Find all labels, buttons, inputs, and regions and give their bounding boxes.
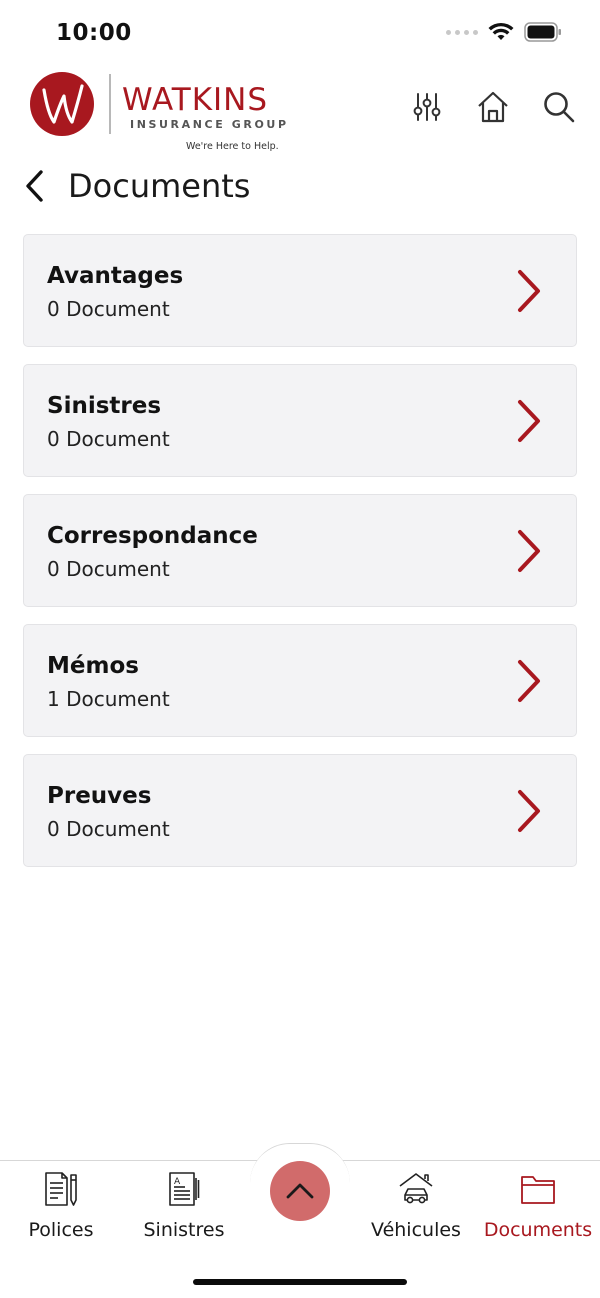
category-name: Sinistres — [47, 393, 162, 419]
chevron-right-icon — [518, 660, 540, 702]
chevron-left-icon — [26, 170, 43, 202]
claims-document-icon: A — [164, 1169, 204, 1209]
document-category-correspondance[interactable]: Correspondance 0 Document — [23, 494, 577, 607]
chevron-right-icon — [518, 270, 540, 312]
tab-label: Documents — [483, 1219, 593, 1241]
status-bar: 10:00 — [0, 0, 600, 60]
document-category-avantages[interactable]: Avantages 0 Document — [23, 234, 577, 347]
tab-documents[interactable]: Documents — [478, 1169, 598, 1241]
chevron-right-icon — [518, 400, 540, 442]
expand-menu-button[interactable] — [270, 1161, 330, 1221]
category-count: 0 Document — [47, 427, 170, 451]
tab-label: Véhicules — [371, 1219, 461, 1241]
category-count: 0 Document — [47, 297, 170, 321]
document-category-list: Avantages 0 Document Sinistres 0 Documen… — [23, 234, 577, 884]
bottom-tab-bar: Polices A Sinistres Véhicules Documents — [0, 1143, 600, 1298]
category-name: Correspondance — [47, 523, 258, 549]
tab-label: Polices — [28, 1219, 94, 1241]
wifi-icon — [488, 22, 514, 40]
chevron-right-icon — [518, 790, 540, 832]
tab-vehicules[interactable]: Véhicules — [356, 1169, 476, 1241]
home-indicator[interactable] — [193, 1279, 407, 1285]
category-name: Preuves — [47, 783, 152, 809]
home-icon[interactable] — [474, 88, 512, 126]
brand-name: WATKINS — [122, 82, 268, 118]
folder-icon — [518, 1169, 558, 1209]
status-icons — [446, 22, 562, 42]
search-icon[interactable] — [540, 88, 578, 126]
document-category-memos[interactable]: Mémos 1 Document — [23, 624, 577, 737]
chevron-right-icon — [518, 530, 540, 572]
tab-polices[interactable]: Polices — [1, 1169, 121, 1241]
watkins-logo[interactable]: WATKINS INSURANCE GROUP We're Here to He… — [30, 66, 290, 152]
filter-sliders-icon[interactable] — [408, 88, 446, 126]
header-actions — [408, 88, 578, 126]
document-category-preuves[interactable]: Preuves 0 Document — [23, 754, 577, 867]
svg-text:A: A — [174, 1177, 181, 1187]
cellular-signal-icon — [446, 29, 478, 35]
category-count: 0 Document — [47, 817, 170, 841]
brand-subline: INSURANCE GROUP — [130, 118, 289, 131]
document-category-sinistres[interactable]: Sinistres 0 Document — [23, 364, 577, 477]
category-count: 0 Document — [47, 557, 170, 581]
tab-sinistres[interactable]: A Sinistres — [124, 1169, 244, 1241]
title-row: Documents — [24, 162, 250, 210]
category-name: Avantages — [47, 263, 184, 289]
category-count: 1 Document — [47, 687, 170, 711]
tab-label: Sinistres — [143, 1219, 225, 1241]
status-time: 10:00 — [56, 20, 132, 46]
app-header: WATKINS INSURANCE GROUP We're Here to He… — [0, 62, 600, 157]
category-name: Mémos — [47, 653, 139, 679]
battery-icon — [524, 22, 561, 42]
page-title: Documents — [68, 167, 251, 205]
chevron-up-icon — [286, 1183, 314, 1199]
brand-tagline: We're Here to Help. — [186, 141, 279, 152]
policy-document-icon — [41, 1169, 81, 1209]
vehicle-garage-icon — [396, 1169, 436, 1209]
back-button[interactable] — [24, 164, 60, 208]
